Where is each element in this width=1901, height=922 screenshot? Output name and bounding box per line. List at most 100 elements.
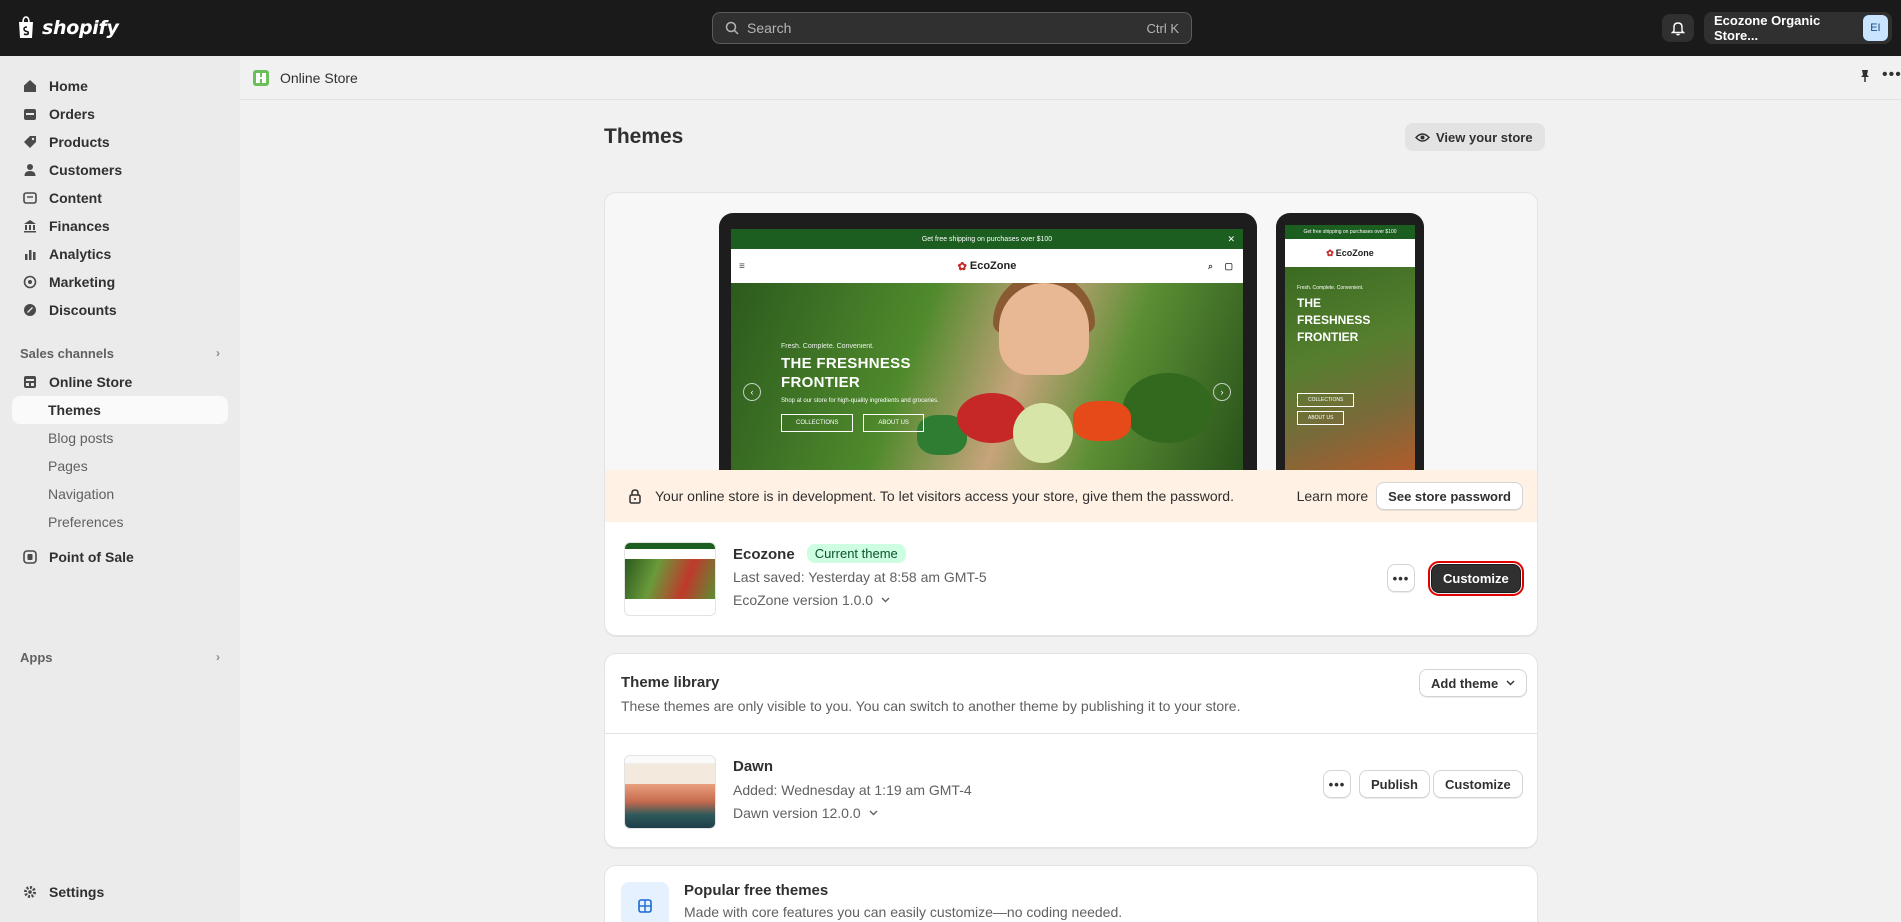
breadcrumb[interactable]: Online Store (280, 70, 358, 86)
cart-icon: ▢ (1224, 260, 1233, 271)
pin-icon[interactable] (1857, 68, 1873, 84)
sidebar-item-online-store[interactable]: Online Store (12, 368, 228, 396)
sidebar-item-content[interactable]: Content (12, 184, 228, 212)
hero-button: COLLECTIONS (781, 414, 854, 432)
store-icon (22, 374, 38, 390)
sales-channels-header[interactable]: Sales channels › (20, 343, 220, 363)
library-theme-row: Dawn Added: Wednesday at 1:19 am GMT-4 D… (605, 734, 1537, 847)
view-store-label: View your store (1436, 129, 1533, 145)
shop-header: ✿ EcoZone (1285, 239, 1415, 267)
sidebar-item-label: Marketing (49, 274, 116, 290)
notifications-button[interactable] (1662, 14, 1694, 42)
theme-actions-button[interactable]: ••• (1387, 564, 1415, 592)
theme-added-date: Added: Wednesday at 1:19 am GMT-4 (733, 782, 972, 798)
sidebar-item-analytics[interactable]: Analytics (12, 240, 228, 268)
desktop-preview: Get free shipping on purchases over $100… (719, 213, 1257, 473)
theme-last-saved: Last saved: Yesterday at 8:58 am GMT-5 (733, 569, 987, 585)
apps-label: Apps (20, 649, 53, 665)
target-icon (22, 274, 38, 290)
theme-name: Ecozone Current theme (733, 544, 906, 563)
theme-preview[interactable]: Get free shipping on purchases over $100… (605, 193, 1537, 473)
sidebar-item-themes[interactable]: Themes (12, 396, 228, 424)
popular-themes-card: Popular free themes Made with core featu… (604, 865, 1538, 922)
shopify-logo[interactable]: shopify (16, 16, 119, 39)
sidebar-item-discounts[interactable]: Discounts (12, 296, 228, 324)
chart-icon (22, 246, 38, 262)
shop-header: ≡ ✿ EcoZone ⌕ ▢ (731, 249, 1243, 283)
sales-channels-label: Sales channels (20, 345, 114, 361)
search-icon (725, 21, 739, 35)
page-header: Online Store (240, 56, 1901, 100)
chevron-down-icon (881, 597, 890, 603)
hero-headline: FRONTIER (1297, 330, 1359, 344)
sidebar-item-label: Analytics (49, 246, 112, 262)
hero-button: ABOUT US (1297, 411, 1345, 425)
sidebar-item-label: Online Store (49, 374, 133, 390)
theme-version: Dawn version 12.0.0 (733, 805, 861, 821)
chevron-left-icon: ‹ (743, 383, 761, 401)
sidebar-item-marketing[interactable]: Marketing (12, 268, 228, 296)
menu-icon: ≡ (739, 260, 745, 272)
gear-icon (22, 884, 38, 900)
shop-name: EcoZone (969, 260, 1017, 272)
customize-button[interactable]: Customize (1433, 770, 1523, 798)
theme-thumbnail[interactable] (624, 755, 716, 829)
current-theme-badge: Current theme (806, 544, 906, 563)
hero-headline: FRONTIER (781, 374, 861, 391)
theme-actions-button[interactable]: ••• (1323, 770, 1351, 798)
see-store-password-button[interactable]: See store password (1376, 482, 1523, 510)
sidebar-item-label: Point of Sale (49, 549, 134, 565)
chevron-down-icon (869, 810, 878, 816)
shop-name: EcoZone (1335, 248, 1374, 258)
sidebar-item-navigation[interactable]: Navigation (12, 480, 228, 508)
sidebar-item-pages[interactable]: Pages (12, 452, 228, 480)
theme-thumbnail[interactable] (624, 542, 716, 616)
sidebar-item-products[interactable]: Products (12, 128, 228, 156)
hero-headline: THE (1297, 296, 1321, 310)
shopify-bag-icon (19, 16, 33, 38)
sidebar-item-label: Content (49, 190, 102, 206)
sidebar-item-preferences[interactable]: Preferences (12, 508, 228, 536)
hero-image: Fresh. Complete. Convenient. THE FRESHNE… (1285, 267, 1415, 473)
theme-version-toggle[interactable]: EcoZone version 1.0.0 (733, 592, 890, 608)
sidebar-item-point-of-sale[interactable]: Point of Sale (12, 543, 228, 571)
sidebar-item-label: Preferences (48, 514, 124, 530)
hero-headline: FRESHNESS (1297, 313, 1371, 327)
search-placeholder: Search (747, 20, 792, 36)
view-store-button[interactable]: View your store (1405, 123, 1545, 151)
hero-kicker: Fresh. Complete. Convenient. (781, 343, 874, 350)
chevron-right-icon: › (1213, 383, 1231, 401)
sidebar-item-finances[interactable]: Finances (12, 212, 228, 240)
theme-version-toggle[interactable]: Dawn version 12.0.0 (733, 805, 878, 821)
add-theme-button[interactable]: Add theme (1419, 669, 1528, 697)
store-menu-button[interactable]: Ecozone Organic Store... EI (1704, 12, 1892, 44)
sidebar-item-orders[interactable]: Orders (12, 100, 228, 128)
orders-icon (22, 106, 38, 122)
theme-version: EcoZone version 1.0.0 (733, 592, 874, 608)
publish-button[interactable]: Publish (1359, 770, 1430, 798)
search-bar[interactable]: Search Ctrl K (712, 12, 1192, 44)
tag-icon (22, 134, 38, 150)
sidebar-item-label: Home (49, 78, 88, 94)
sidebar-item-label: Blog posts (48, 430, 114, 446)
add-theme-label: Add theme (1431, 675, 1499, 691)
sidebar-item-label: Settings (49, 884, 105, 900)
sidebar-item-blog-posts[interactable]: Blog posts (12, 424, 228, 452)
discount-icon (22, 302, 38, 318)
promo-bar: Get free shipping on purchases over $100… (731, 229, 1243, 249)
learn-more-link[interactable]: Learn more (1297, 488, 1369, 504)
current-theme-card: Get free shipping on purchases over $100… (604, 192, 1538, 636)
close-icon: ✕ (1227, 233, 1235, 244)
store-name: Ecozone Organic Store... (1714, 13, 1821, 43)
sidebar-item-home[interactable]: Home (12, 72, 228, 100)
sidebar-item-settings[interactable]: Settings (12, 878, 228, 906)
popular-themes-subtitle: Made with core features you can easily c… (684, 904, 1123, 920)
promo-text: Get free shipping on purchases over $100 (921, 235, 1053, 243)
more-actions-icon[interactable]: ••• (1882, 66, 1901, 84)
bell-icon (1671, 21, 1685, 35)
sidebar-item-label: Pages (48, 458, 88, 474)
customize-button[interactable]: Customize (1428, 561, 1524, 596)
sidebar-item-customers[interactable]: Customers (12, 156, 228, 184)
shop-logo-icon: ✿ (957, 260, 967, 273)
apps-header[interactable]: Apps › (20, 647, 220, 667)
